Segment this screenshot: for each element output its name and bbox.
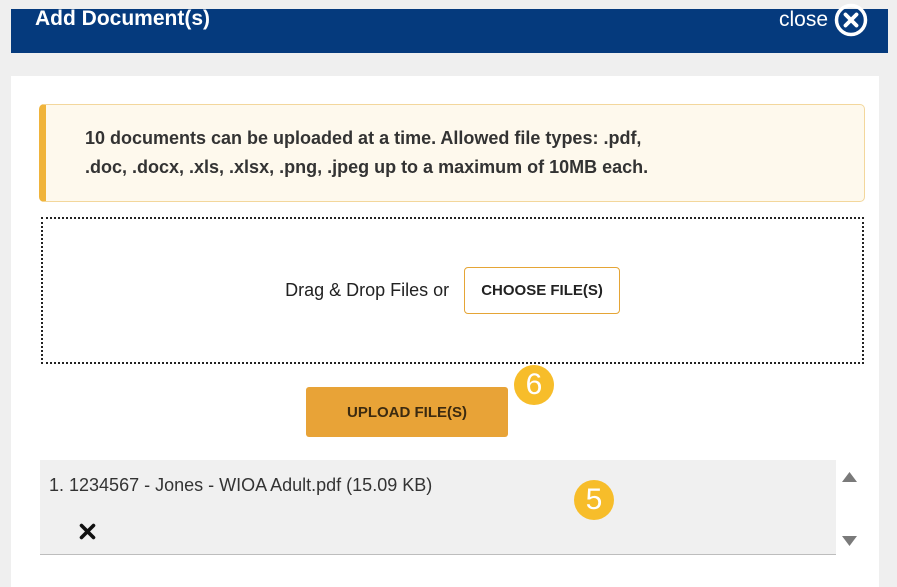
step-badge-5: 5 [574, 480, 614, 520]
dialog-body: 10 documents can be uploaded at a time. … [11, 76, 879, 587]
triangle-up-icon[interactable] [842, 472, 857, 482]
notice-line-1: 10 documents can be uploaded at a time. … [85, 128, 642, 148]
close-label: close [778, 8, 828, 31]
step-badge-6: 6 [514, 365, 554, 405]
upload-files-button[interactable]: UPLOAD FILE(S) [306, 387, 508, 437]
dialog-title: Add Document(s) [35, 7, 210, 30]
list-item: 1. 1234567 - Jones - WIOA Adult.pdf (15.… [49, 475, 433, 495]
notice-line-2: .doc, .docx, .xls, .xlsx, .png, .jpeg up… [85, 157, 649, 177]
upload-notice: 10 documents can be uploaded at a time. … [39, 104, 865, 202]
triangle-down-icon[interactable] [842, 536, 857, 546]
file-list: 1. 1234567 - Jones - WIOA Adult.pdf (15.… [40, 460, 836, 555]
drop-prompt: Drag & Drop Files or [285, 280, 450, 300]
close-circle-icon[interactable] [834, 3, 868, 37]
dialog-header: Add Document(s) close [11, 3, 888, 53]
x-icon[interactable] [79, 523, 96, 540]
close-button[interactable]: close [779, 3, 868, 37]
choose-files-button[interactable]: CHOOSE FILE(S) [464, 267, 620, 314]
drop-zone[interactable]: Drag & Drop Files or CHOOSE FILE(S) [41, 217, 864, 364]
